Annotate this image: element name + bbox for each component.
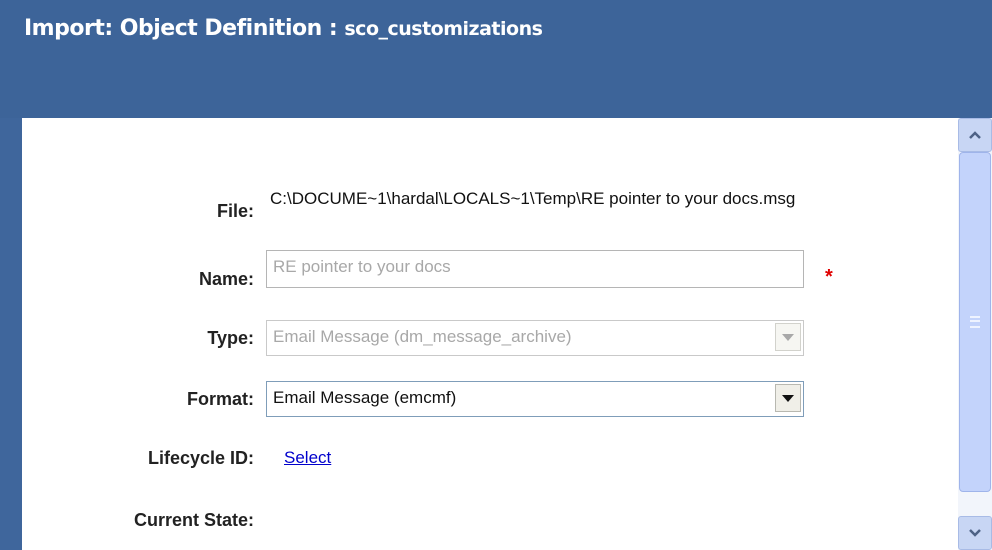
state-label-wrap: Current State: [22, 510, 254, 540]
lifecycle-select-link[interactable]: Select [284, 448, 331, 468]
dropdown-arrow-icon [775, 323, 801, 351]
format-label-wrap: Format: [22, 386, 254, 416]
required-marker: * [825, 266, 833, 288]
name-label-wrap: Name: [22, 266, 254, 296]
chevron-up-icon[interactable] [958, 118, 992, 152]
format-select[interactable]: Email Message (emcmf) [266, 381, 804, 417]
type-label: Type: [207, 328, 254, 348]
title-prefix: Import: Object Definition : [24, 16, 345, 41]
file-label-wrap: File: [22, 198, 254, 228]
current-state-label: Current State: [133, 510, 254, 530]
dialog-title: Import: Object Definition : sco_customiz… [24, 16, 543, 41]
scrollbar-thumb[interactable] [959, 152, 991, 492]
type-label-wrap: Type: [22, 325, 254, 355]
type-select-value: Email Message (dm_message_archive) [273, 327, 572, 346]
dropdown-arrow-icon[interactable] [775, 384, 801, 412]
chevron-down-icon[interactable] [958, 516, 992, 550]
name-label: Name: [198, 269, 254, 289]
lifecycle-label: Lifecycle ID: [147, 448, 254, 468]
title-object-name: sco_customizations [344, 18, 543, 40]
file-path: C:\DOCUME~1\hardal\LOCALS~1\Temp\RE poin… [270, 189, 796, 208]
form-panel: File: C:\DOCUME~1\hardal\LOCALS~1\Temp\R… [22, 118, 958, 550]
format-label: Format: [187, 389, 254, 409]
name-field[interactable]: RE pointer to your docs [266, 250, 804, 288]
vertical-scrollbar[interactable] [958, 118, 992, 550]
dialog-header: Import: Object Definition : sco_customiz… [0, 0, 992, 118]
grip-icon [970, 316, 980, 328]
file-label: File: [216, 201, 254, 221]
format-select-value: Email Message (emcmf) [273, 388, 457, 407]
type-select[interactable]: Email Message (dm_message_archive) [266, 320, 804, 356]
lifecycle-label-wrap: Lifecycle ID: [22, 448, 254, 478]
